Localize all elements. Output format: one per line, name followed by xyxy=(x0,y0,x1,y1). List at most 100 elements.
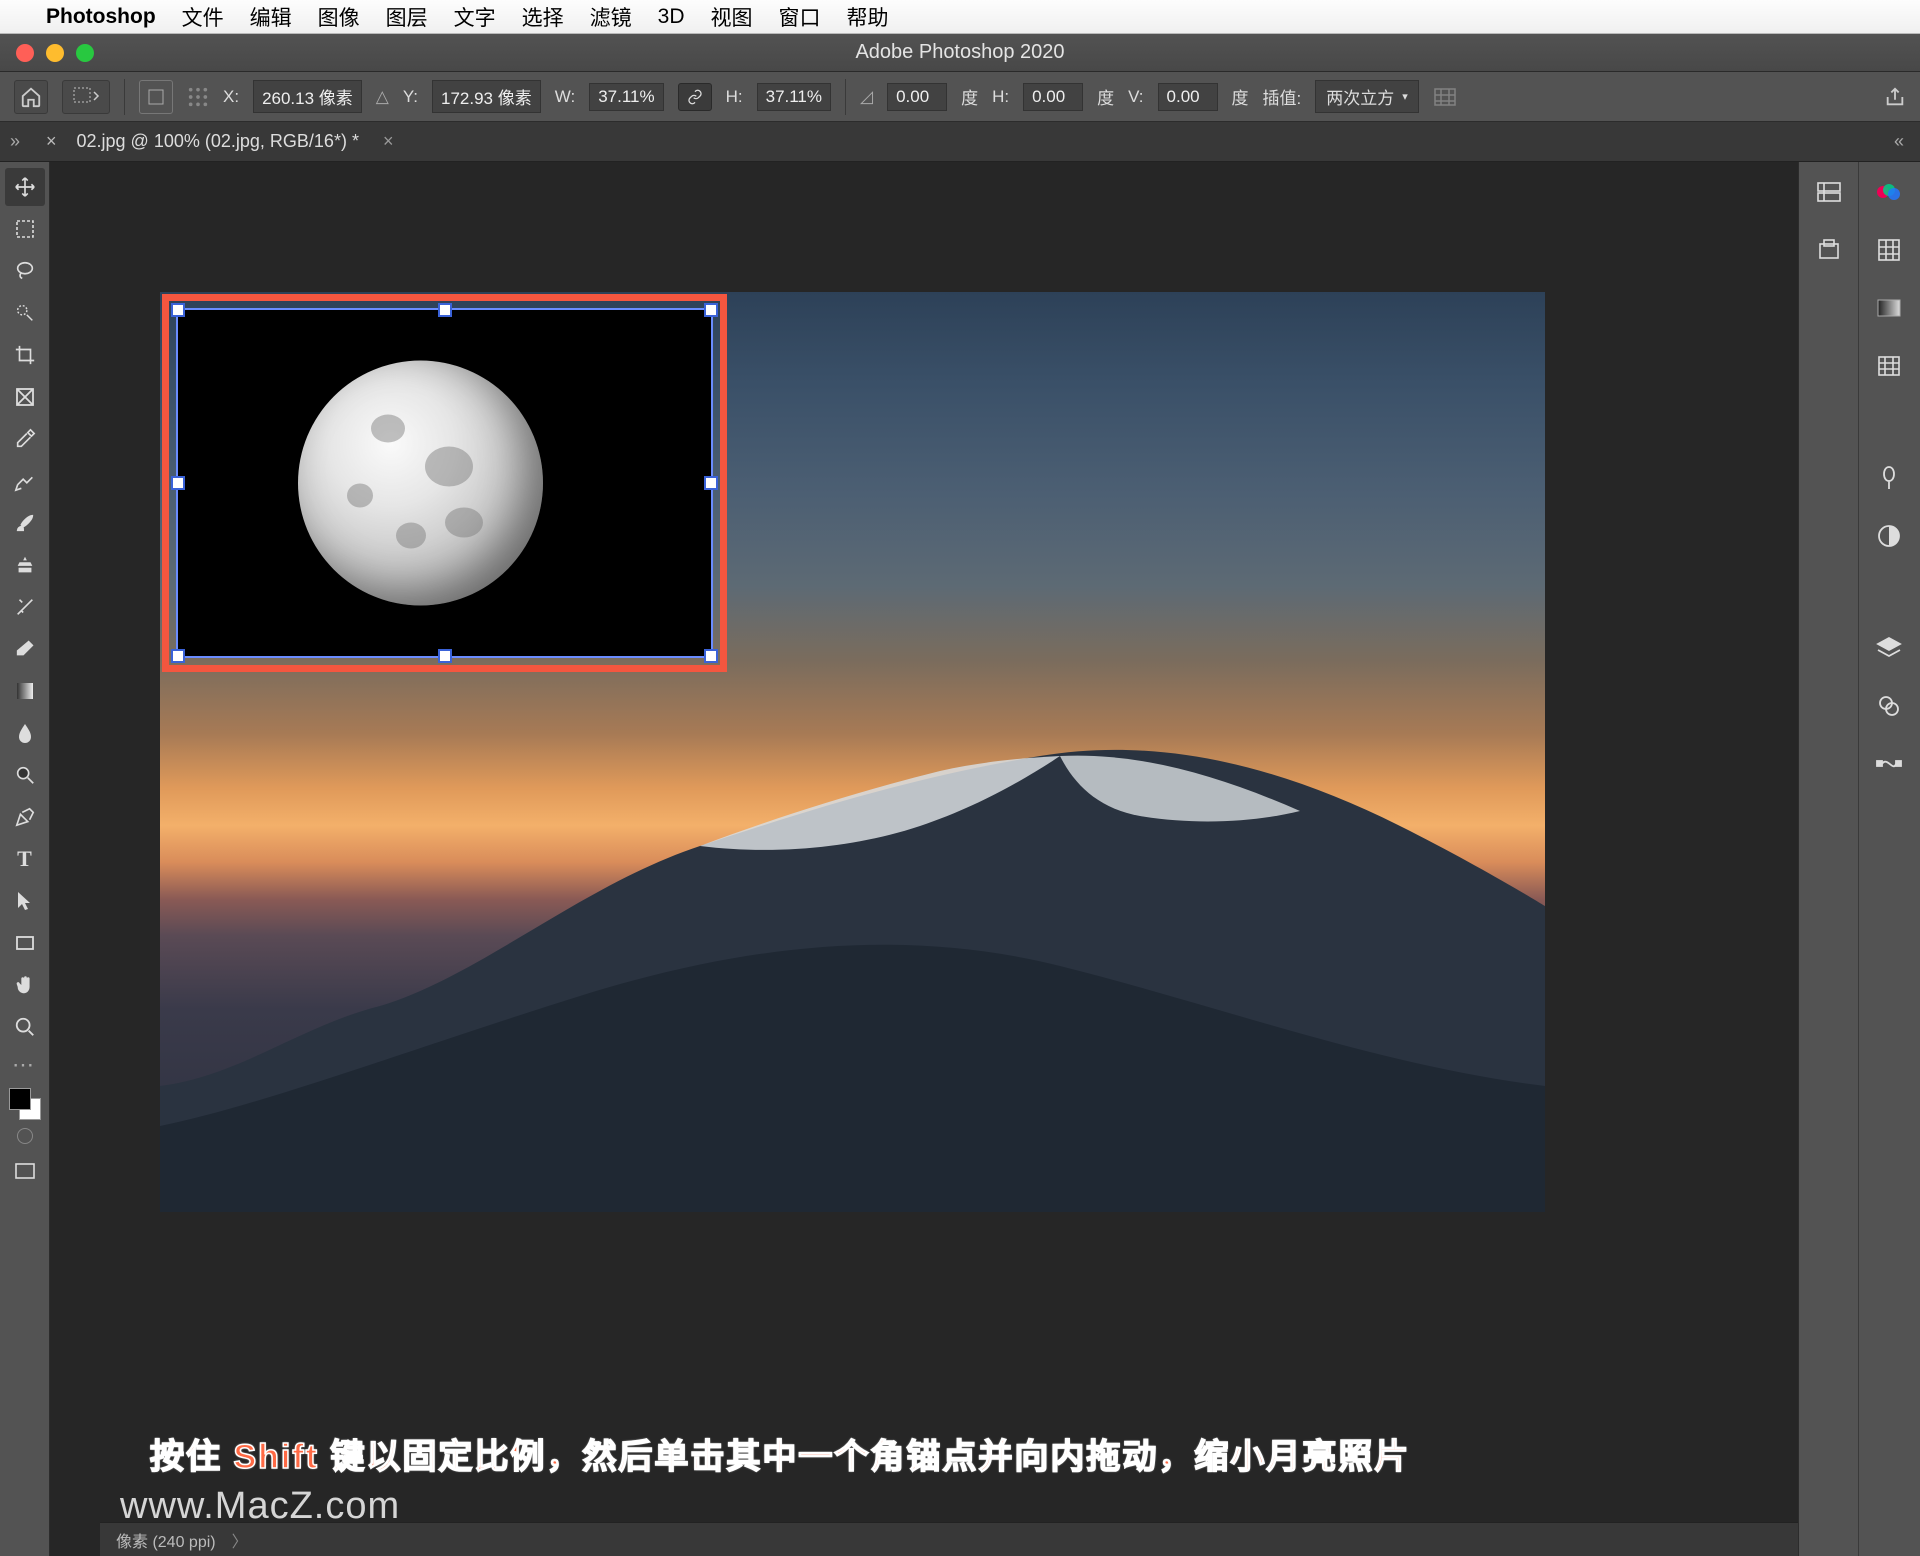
angle-value[interactable]: 0.00 xyxy=(887,83,947,111)
properties-panel-icon[interactable] xyxy=(1810,234,1848,266)
transform-handle-bottom-middle[interactable] xyxy=(438,649,452,663)
menu-3d[interactable]: 3D xyxy=(658,5,685,29)
history-panel-icon[interactable] xyxy=(1810,176,1848,208)
transform-handle-middle-left[interactable] xyxy=(171,476,185,490)
interpolation-dropdown[interactable]: 两次立方 ▾ xyxy=(1315,80,1419,113)
hskew-unit: 度 xyxy=(1097,84,1114,109)
vskew-unit: 度 xyxy=(1232,84,1249,109)
gradient-tool[interactable] xyxy=(5,672,45,710)
vskew-label: V: xyxy=(1128,87,1143,107)
window-zoom-button[interactable] xyxy=(76,44,94,62)
angle-unit: 度 xyxy=(961,84,978,109)
app-menu[interactable]: Photoshop xyxy=(46,5,156,29)
quick-select-tool[interactable] xyxy=(5,294,45,332)
window-titlebar: Adobe Photoshop 2020 xyxy=(0,34,1920,72)
adjustments-panel-icon[interactable] xyxy=(1870,520,1908,552)
swatches-panel-icon[interactable] xyxy=(1870,234,1908,266)
x-value[interactable]: 260.13 像素 xyxy=(253,80,362,113)
h-label: H: xyxy=(726,87,743,107)
reference-point-grid-icon[interactable] xyxy=(187,86,209,108)
divider xyxy=(124,79,125,115)
eraser-tool[interactable] xyxy=(5,630,45,668)
menu-filter[interactable]: 滤镜 xyxy=(590,2,632,32)
vskew-value[interactable]: 0.00 xyxy=(1158,83,1218,111)
path-select-tool[interactable] xyxy=(5,882,45,920)
canvas-area[interactable]: 按住 Shift 键以固定比例，然后单击其中一个角锚点并向内拖动，缩小月亮照片 … xyxy=(50,162,1798,1556)
color-swatches[interactable] xyxy=(9,1088,41,1120)
document-canvas[interactable] xyxy=(160,292,1545,1212)
pen-tool[interactable] xyxy=(5,798,45,836)
libraries-panel-icon[interactable] xyxy=(1870,462,1908,494)
menu-file[interactable]: 文件 xyxy=(182,2,224,32)
edit-toolbar-button[interactable]: ⋯ xyxy=(12,1052,37,1078)
transform-handle-top-left[interactable] xyxy=(171,303,185,317)
color-panel-icon[interactable] xyxy=(1870,176,1908,208)
tab-close-button[interactable]: × xyxy=(46,131,57,152)
transform-handle-top-right[interactable] xyxy=(704,303,718,317)
warp-button[interactable] xyxy=(1433,87,1457,107)
status-menu-chevron-icon[interactable]: 〉 xyxy=(232,1528,248,1552)
dodge-tool[interactable] xyxy=(5,756,45,794)
menu-window[interactable]: 窗口 xyxy=(779,2,821,32)
crop-tool[interactable] xyxy=(5,336,45,374)
transform-handle-bottom-left[interactable] xyxy=(171,649,185,663)
transform-handle-bottom-right[interactable] xyxy=(704,649,718,663)
share-button[interactable] xyxy=(1884,86,1906,108)
angle-icon: ◿ xyxy=(860,87,873,107)
layers-panel-icon[interactable] xyxy=(1870,632,1908,664)
menu-view[interactable]: 视图 xyxy=(711,2,753,32)
document-tab[interactable]: 02.jpg @ 100% (02.jpg, RGB/16*) * xyxy=(77,131,359,152)
h-value[interactable]: 37.11% xyxy=(757,83,831,111)
blur-tool[interactable] xyxy=(5,714,45,752)
menu-edit[interactable]: 编辑 xyxy=(250,2,292,32)
clone-stamp-tool[interactable] xyxy=(5,546,45,584)
tab-close-icon[interactable]: × xyxy=(383,131,394,152)
healing-brush-tool[interactable] xyxy=(5,462,45,500)
reference-point-selector[interactable] xyxy=(139,80,173,114)
frame-tool[interactable] xyxy=(5,378,45,416)
eyedropper-tool[interactable] xyxy=(5,420,45,458)
menu-help[interactable]: 帮助 xyxy=(847,2,889,32)
screen-mode-button[interactable] xyxy=(5,1152,45,1190)
menu-layer[interactable]: 图层 xyxy=(386,2,428,32)
menu-select[interactable]: 选择 xyxy=(522,2,564,32)
move-tool[interactable] xyxy=(5,168,45,206)
rectangle-tool[interactable] xyxy=(5,924,45,962)
swap-xy-icon[interactable]: △ xyxy=(376,87,389,107)
foreground-color[interactable] xyxy=(9,1088,31,1110)
y-value[interactable]: 172.93 像素 xyxy=(432,80,541,113)
paths-panel-icon[interactable] xyxy=(1870,748,1908,780)
window-minimize-button[interactable] xyxy=(46,44,64,62)
transform-selection-highlight xyxy=(162,294,727,672)
zoom-tool[interactable] xyxy=(5,1008,45,1046)
transform-handle-middle-right[interactable] xyxy=(704,476,718,490)
brush-tool[interactable] xyxy=(5,504,45,542)
menu-type[interactable]: 文字 xyxy=(454,2,496,32)
window-close-button[interactable] xyxy=(16,44,34,62)
lasso-tool[interactable] xyxy=(5,252,45,290)
quick-mask-button[interactable] xyxy=(7,1124,43,1148)
transform-bounding-box[interactable] xyxy=(176,308,713,658)
history-brush-tool[interactable] xyxy=(5,588,45,626)
mac-menubar[interactable]: Photoshop 文件 编辑 图像 图层 文字 选择 滤镜 3D 视图 窗口 … xyxy=(0,0,1920,34)
status-dimensions: 像素 (240 ppi) xyxy=(116,1528,216,1552)
hand-tool[interactable] xyxy=(5,966,45,1004)
patterns-panel-icon[interactable] xyxy=(1870,350,1908,382)
gradients-panel-icon[interactable] xyxy=(1870,292,1908,324)
instruction-overlay-text: 按住 Shift 键以固定比例，然后单击其中一个角锚点并向内拖动，缩小月亮照片 xyxy=(150,1429,1410,1478)
window-title: Adobe Photoshop 2020 xyxy=(855,41,1064,64)
transform-tool-icon[interactable] xyxy=(62,80,110,114)
w-value[interactable]: 37.11% xyxy=(589,83,663,111)
document-tab-bar: » × 02.jpg @ 100% (02.jpg, RGB/16*) * × … xyxy=(0,122,1920,162)
hskew-label: H: xyxy=(992,87,1009,107)
collapse-panels-icon[interactable]: « xyxy=(1894,131,1904,152)
link-wh-button[interactable] xyxy=(678,83,712,111)
transform-handle-top-middle[interactable] xyxy=(438,303,452,317)
marquee-tool[interactable] xyxy=(5,210,45,248)
home-button[interactable] xyxy=(14,80,48,114)
type-tool[interactable]: T xyxy=(5,840,45,878)
expand-panels-icon[interactable]: » xyxy=(10,131,20,152)
hskew-value[interactable]: 0.00 xyxy=(1023,83,1083,111)
channels-panel-icon[interactable] xyxy=(1870,690,1908,722)
menu-image[interactable]: 图像 xyxy=(318,2,360,32)
